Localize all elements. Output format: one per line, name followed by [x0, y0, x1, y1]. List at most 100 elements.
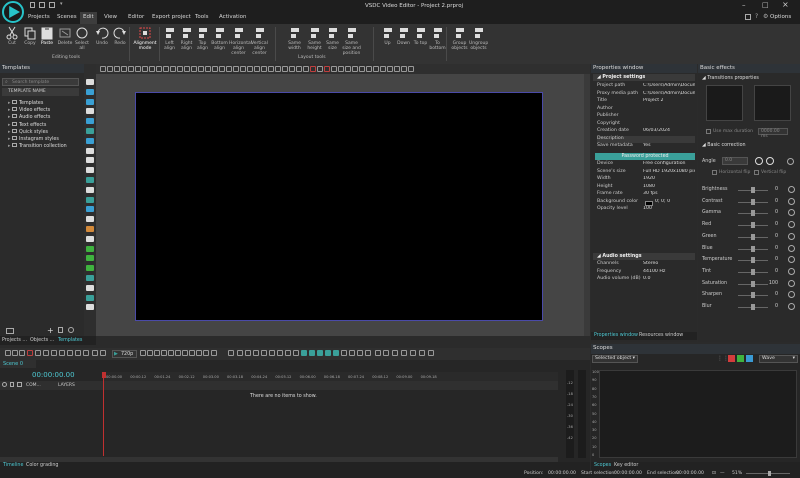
menu-editor[interactable]: Editor	[125, 14, 147, 20]
add-template-button[interactable]: +	[47, 326, 54, 335]
add-object-tool-icon[interactable]	[86, 275, 94, 281]
eye-icon[interactable]	[2, 382, 7, 387]
timeline-tool-icon[interactable]	[5, 350, 11, 356]
timeline-tool-icon[interactable]	[43, 350, 49, 356]
editor-tool-icon[interactable]	[338, 66, 344, 72]
editor-tool-icon[interactable]	[275, 66, 281, 72]
timeline-tool-icon[interactable]	[147, 350, 153, 356]
slider-knob[interactable]	[751, 280, 755, 287]
menu-edit[interactable]: Edit	[80, 12, 97, 24]
property-row[interactable]: Publisher	[597, 113, 695, 120]
slider-knob[interactable]	[751, 210, 755, 217]
playhead[interactable]	[103, 372, 104, 456]
template-tree-item[interactable]: ▸ Templates	[8, 100, 43, 106]
reset-icon[interactable]	[788, 186, 795, 193]
timeline-tool-icon[interactable]	[154, 350, 160, 356]
timeline-tool-icon[interactable]	[392, 350, 398, 356]
slider-knob[interactable]	[751, 304, 755, 310]
layout-button-4[interactable]: Horizontal align center	[229, 26, 252, 56]
layers-track[interactable]	[103, 381, 558, 390]
tab-objects[interactable]: Objects ...	[30, 338, 54, 343]
project-settings-section[interactable]: ◢ Project settings	[593, 74, 695, 81]
editor-tool-icon[interactable]	[282, 66, 288, 72]
transition-preview-in[interactable]	[706, 85, 743, 121]
editor-tool-icon[interactable]	[156, 66, 162, 72]
zoom-slider-knob[interactable]	[768, 471, 771, 476]
editor-tool-icon[interactable]	[303, 66, 309, 72]
add-object-tool-icon[interactable]	[86, 245, 94, 252]
timeline-tool-icon[interactable]	[253, 350, 259, 356]
menu-view[interactable]: View	[101, 14, 120, 20]
add-object-tool-icon[interactable]	[86, 167, 94, 174]
editor-tool-icon[interactable]	[149, 66, 155, 72]
menu-projects[interactable]: Projects	[25, 14, 53, 20]
select-all-button[interactable]: Select all	[72, 26, 92, 51]
audio-settings-section[interactable]: ◢ Audio settings	[593, 253, 695, 260]
editor-tool-icon[interactable]	[107, 66, 113, 72]
timeline-tool-icon[interactable]	[245, 350, 251, 356]
tab-properties-window[interactable]: Properties window	[594, 333, 638, 338]
alignment-mode-button[interactable]: Alignment mode	[133, 26, 157, 51]
editor-tool-icon[interactable]	[184, 66, 190, 72]
editor-tool-icon[interactable]	[114, 66, 120, 72]
layout-button-15[interactable]: Ungroup objects	[469, 26, 488, 51]
rotate-left-icon[interactable]	[755, 157, 763, 165]
timeline-tool-icon[interactable]	[357, 350, 363, 356]
tab-projects[interactable]: Projects ...	[2, 338, 27, 343]
template-folder-icon[interactable]	[6, 328, 14, 334]
add-object-tool-icon[interactable]	[86, 137, 94, 144]
timeline-tool-icon[interactable]	[196, 350, 202, 356]
password-protected-button[interactable]: Password protected	[595, 153, 695, 160]
editor-tool-icon[interactable]	[324, 66, 330, 72]
correction-slider[interactable]: Gamma 0	[702, 209, 798, 218]
layout-button-3[interactable]: Bottom align	[210, 26, 229, 51]
slider-knob[interactable]	[751, 187, 755, 193]
property-row[interactable]: Author	[597, 106, 695, 113]
property-row[interactable]: Frame rate 30 fps	[597, 191, 695, 198]
settings-icon[interactable]	[68, 327, 74, 333]
property-row[interactable]: Opacity level 100	[597, 206, 695, 213]
scene-tab[interactable]: Scene 0	[0, 360, 36, 368]
tab-color-grading[interactable]: Color grading	[26, 463, 58, 468]
timeline-tool-icon[interactable]	[419, 350, 425, 356]
blue-channel-toggle[interactable]	[746, 355, 753, 362]
correction-slider[interactable]: Green 0	[702, 232, 798, 242]
timeline-tool-icon[interactable]	[228, 350, 234, 356]
add-object-tool-icon[interactable]	[86, 98, 94, 105]
use-max-checkbox[interactable]	[706, 129, 711, 134]
editor-tool-icon[interactable]	[268, 66, 274, 72]
property-row[interactable]: Device Free configuration	[597, 161, 695, 168]
reset-icon[interactable]	[788, 221, 795, 229]
layout-button-5[interactable]: Vertical align center	[250, 26, 269, 56]
reset-icon[interactable]	[788, 209, 795, 217]
timeline-tool-icon[interactable]	[285, 350, 291, 356]
timeline-tool-icon[interactable]	[27, 350, 33, 356]
editor-tool-icon[interactable]	[352, 66, 358, 72]
timeline-tool-icon[interactable]	[309, 350, 315, 356]
reset-icon[interactable]	[788, 291, 795, 299]
editor-tool-icon[interactable]	[331, 66, 337, 72]
editor-tool-icon[interactable]	[359, 66, 365, 72]
layout-button-6[interactable]: Same width	[285, 26, 304, 51]
editor-tool-icon[interactable]	[289, 66, 295, 72]
reset-icon[interactable]	[788, 303, 795, 310]
property-row[interactable]: Scene's size Full HD 1920x1080 pixe	[597, 169, 695, 176]
timeline-tool-icon[interactable]	[189, 350, 195, 356]
undo-button[interactable]: Undo	[92, 26, 112, 46]
minimize-button[interactable]: –	[742, 1, 746, 9]
property-row[interactable]: Audio volume (dB) 0.0	[597, 276, 695, 283]
layout-button-14[interactable]: Group objects	[450, 26, 469, 51]
editor-tool-icon[interactable]	[345, 66, 351, 72]
timeline-tool-icon[interactable]	[375, 350, 381, 356]
template-tree-item[interactable]: ▸ Instagram styles	[8, 136, 59, 142]
tab-resources-window[interactable]: Resources window	[639, 333, 683, 338]
correction-slider[interactable]: Brightness 0	[702, 186, 798, 195]
template-search[interactable]: ⌕ Search template	[2, 78, 79, 86]
add-object-tool-icon[interactable]	[86, 147, 94, 154]
vertical-scrollbar[interactable]	[584, 74, 590, 336]
property-row[interactable]: Save metadata Yes	[597, 143, 695, 150]
timeline-tool-icon[interactable]	[161, 350, 167, 356]
transition-preview-out[interactable]	[754, 85, 791, 121]
add-object-tool-icon[interactable]	[86, 79, 94, 85]
add-object-tool-icon[interactable]	[86, 304, 94, 311]
